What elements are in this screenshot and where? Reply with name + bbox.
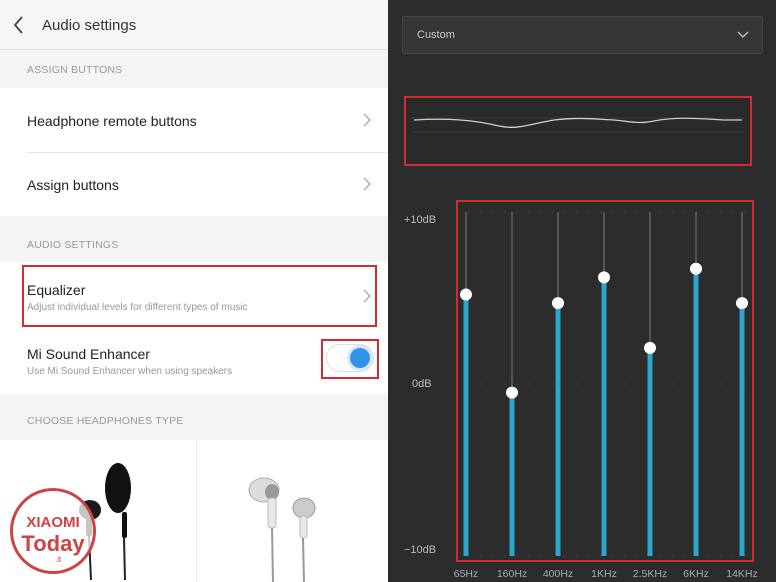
eq-frequency-label: 1KHz: [591, 568, 617, 580]
divider: [196, 440, 197, 582]
audio-settings-panel: Audio settings ASSIGN BUTTONS Headphone …: [0, 0, 388, 582]
db-min-label: −10dB: [404, 544, 437, 556]
logo-text: Today: [21, 531, 85, 556]
eq-curve-highlight-box: [404, 96, 752, 166]
sliders-highlight-box: [456, 200, 754, 562]
section-header-headphones-type: CHOOSE HEADPHONES TYPE: [27, 415, 184, 427]
row-label: Assign buttons: [27, 177, 119, 193]
row-label: Mi Sound Enhancer: [27, 346, 150, 362]
in-ear-headphones-image[interactable]: [236, 474, 326, 582]
chevron-right-icon: [363, 113, 371, 127]
equalizer-highlight-box: [22, 265, 377, 327]
logo-text: XIAOMI: [26, 514, 80, 531]
row-label: Headphone remote buttons: [27, 113, 197, 129]
back-arrow-icon[interactable]: [10, 14, 28, 36]
assign-buttons-group: Headphone remote buttons Assign buttons: [0, 88, 388, 216]
eq-frequency-label: 6KHz: [683, 568, 709, 580]
eq-frequency-label: 14KHz: [726, 568, 758, 580]
toggle-highlight-box: [321, 339, 379, 379]
app-bar: Audio settings: [0, 0, 388, 50]
headphone-remote-buttons-row[interactable]: Headphone remote buttons: [0, 88, 388, 152]
eq-frequency-label: 2.5KHz: [632, 568, 668, 580]
preset-value: Custom: [417, 29, 455, 41]
row-subtitle: Use Mi Sound Enhancer when using speaker…: [27, 366, 233, 377]
logo-text: .it: [55, 555, 62, 564]
assign-buttons-row[interactable]: Assign buttons: [0, 152, 388, 216]
preset-dropdown[interactable]: Custom: [402, 16, 763, 54]
section-header-audio-settings: AUDIO SETTINGS: [27, 239, 119, 251]
eq-frequency-label: 160Hz: [496, 568, 528, 580]
xiaomitoday-watermark-logo: XIAOMI Today .it: [10, 488, 96, 574]
equalizer-panel: Custom +10dB 0dB −10dB 65Hz 160Hz 400Hz 1KH…: [388, 0, 776, 582]
page-title: Audio settings: [42, 17, 137, 34]
section-header-assign-buttons: ASSIGN BUTTONS: [27, 64, 123, 76]
chevron-down-icon: [737, 31, 749, 39]
db-mid-label: 0dB: [412, 378, 432, 390]
eq-frequency-label: 65Hz: [453, 568, 479, 580]
chevron-right-icon: [363, 177, 371, 191]
db-max-label: +10dB: [404, 214, 437, 226]
eq-frequency-label: 400Hz: [542, 568, 574, 580]
